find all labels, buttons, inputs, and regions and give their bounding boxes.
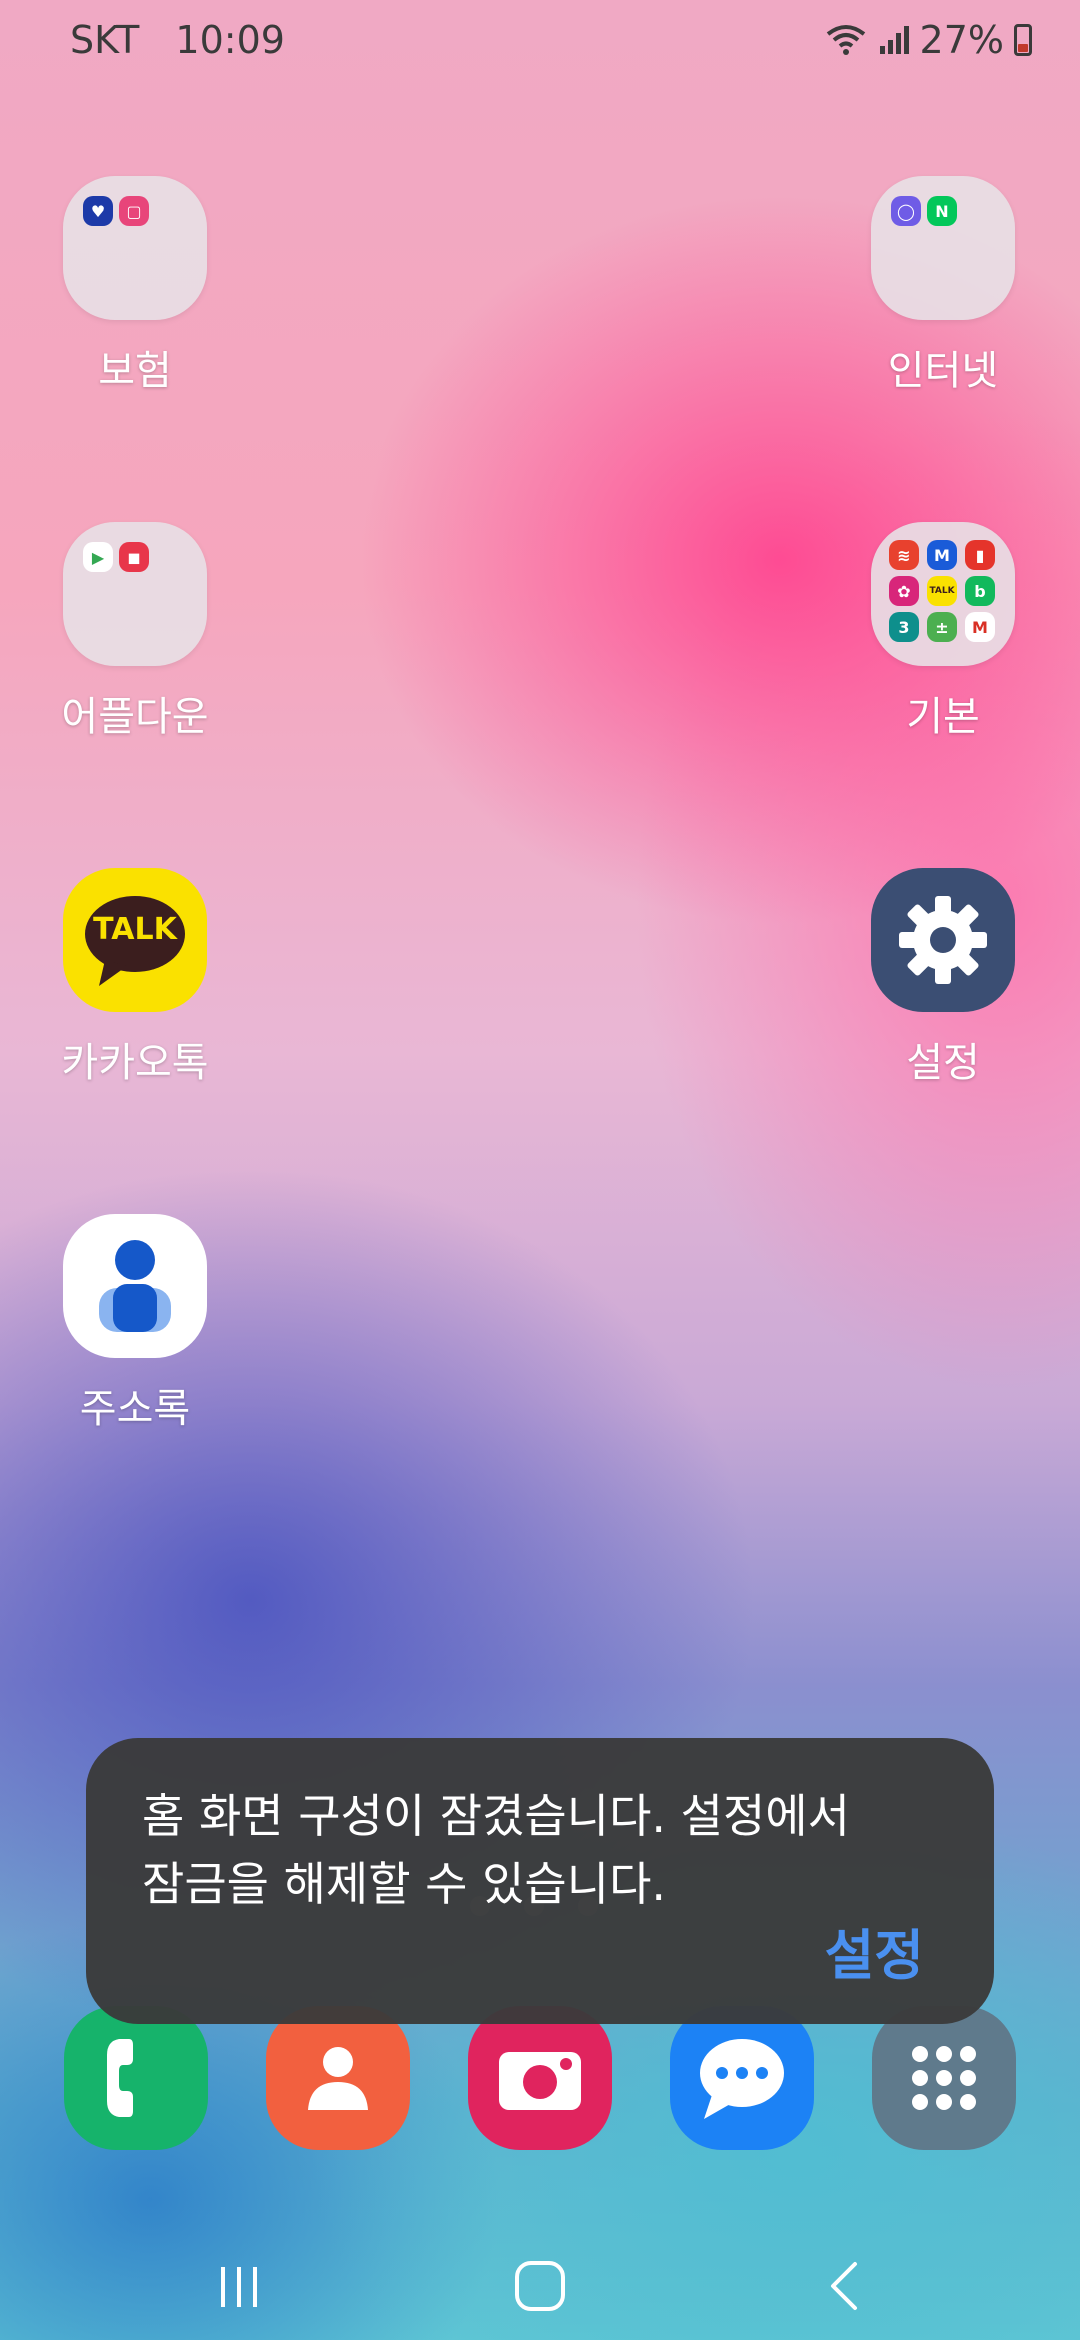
app-kakaotalk[interactable]: TALK 카카오톡 [35,868,235,1088]
folder-basic[interactable]: ≋ M ▮ ✿ TALK b 3 ± M 기본 [843,522,1043,742]
messages-icon [700,2039,784,2119]
contacts-book-icon [63,1214,207,1358]
camera-icon [499,2052,581,2110]
gmail-icon: M [965,612,995,642]
samsung-members-icon: M [927,540,957,570]
dock-app-drawer[interactable] [872,2006,1016,2150]
contacts-icon [308,2047,368,2110]
folder-appdown[interactable]: ▶ ◼ 어플다운 [35,522,235,742]
gallery-icon: ✿ [889,576,919,606]
battery-icon [1014,24,1032,56]
dock-camera[interactable] [468,2006,612,2150]
notes-icon: ▮ [965,540,995,570]
app-label: 카카오톡 [61,1040,209,1086]
play-store-icon: ▶ [83,542,113,572]
folder-icon: ♥ ▢ [63,176,207,320]
battery-percent: 27% [919,18,1004,62]
toast-message-line2: 잠금을 해제할 수 있습니다. [142,1857,667,1911]
toast-settings-button[interactable]: 설정 [825,1911,924,1990]
folder-icon: ≋ M ▮ ✿ TALK b 3 ± M [871,522,1015,666]
carrier-label: SKT [70,18,140,62]
toast-message-line1: 홈 화면 구성이 잠겼습니다. 설정에서 [142,1789,850,1843]
bixby-icon: b [965,576,995,606]
dock-messages[interactable] [670,2006,814,2150]
naver-icon: N [927,196,957,226]
signal-icon [879,26,909,54]
home-icon [515,2261,565,2311]
status-bar: SKT 10:09 27% [0,0,1080,84]
recents-icon [221,2267,257,2307]
app-drawer-icon [912,2046,976,2110]
insurance-app-icon: ▢ [119,196,149,226]
folder-icon: ▶ ◼ [63,522,207,666]
folder-icon: ◯ N [871,176,1015,320]
folder-insurance[interactable]: ♥ ▢ 보험 [35,176,235,396]
kakaotalk-mini-icon: TALK [927,576,957,606]
phone-icon [107,2039,133,2117]
kakaotalk-icon: TALK [63,868,207,1012]
dock-contacts[interactable] [266,2006,410,2150]
status-left: SKT 10:09 [70,18,309,62]
person-icon [99,1240,171,1332]
home-button[interactable] [500,2246,580,2326]
toast-message: 홈 화면 구성이 잠겼습니다. 설정에서 잠금을 해제할 수 있습니다. [142,1782,940,1918]
status-right: 27% [824,18,1032,62]
kakaotalk-logo-text: TALK [93,912,177,947]
folder-label: 기본 [906,694,980,740]
insurance-app-icon: ♥ [83,196,113,226]
settings-icon [871,868,1015,1012]
gear-icon [899,896,987,984]
recents-button[interactable] [200,2246,280,2326]
app-label: 설정 [906,1040,980,1086]
calendar-icon: 3 [889,612,919,642]
wifi-icon [826,25,865,55]
folder-label: 보험 [98,348,172,394]
folder-label: 어플다운 [61,694,209,740]
galaxy-store-icon: ◼ [119,542,149,572]
samsung-internet-icon: ◯ [891,196,921,226]
back-icon [831,2262,857,2310]
calculator-icon: ± [927,612,957,642]
navigation-bar [0,2230,1080,2340]
folder-internet[interactable]: ◯ N 인터넷 [843,176,1043,396]
clock: 10:09 [175,18,285,62]
lock-notice-toast: 홈 화면 구성이 잠겼습니다. 설정에서 잠금을 해제할 수 있습니다. 설정 [86,1738,994,2024]
folder-label: 인터넷 [887,348,999,394]
voice-recorder-icon: ≋ [889,540,919,570]
dock-phone[interactable] [64,2006,208,2150]
app-label: 주소록 [79,1386,191,1432]
app-settings[interactable]: 설정 [843,868,1043,1088]
back-button[interactable] [806,2246,886,2326]
app-contacts[interactable]: 주소록 [35,1214,235,1434]
